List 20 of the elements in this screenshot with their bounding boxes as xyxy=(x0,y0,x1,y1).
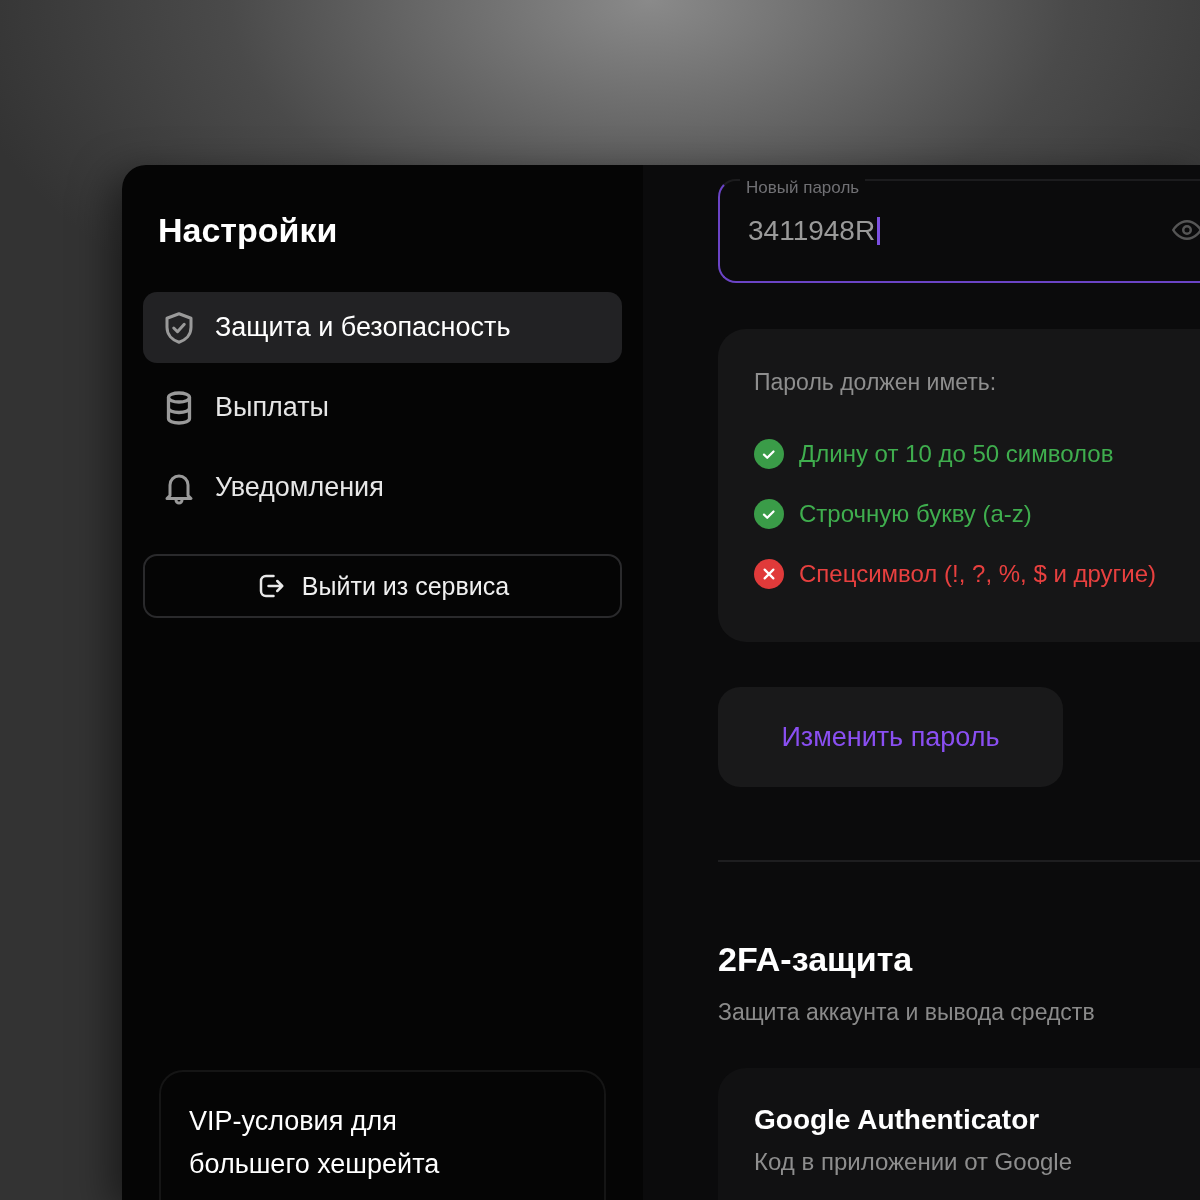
auth-method-card[interactable]: Google Authenticator Код в приложении от Google xyxy=(718,1068,1200,1200)
requirement-text: Строчную букву (a-z) xyxy=(799,500,1032,528)
sidebar-item[interactable]: Защита и безопасность xyxy=(143,292,622,363)
sidebar-item[interactable]: Выплаты xyxy=(143,372,622,443)
field-label: Новый пароль xyxy=(740,179,866,197)
requirements-title: Пароль должен иметь: xyxy=(754,369,998,396)
settings-title: Настройки xyxy=(158,211,339,250)
promo-text: VIP-условия для большего хешрейта xyxy=(189,1105,441,1181)
method-title: Google Authenticator xyxy=(754,1104,1041,1136)
field-value: 3411948R xyxy=(748,215,876,247)
section-subtitle: Защита аккаунта и вывода средств xyxy=(718,999,1096,1026)
logout-button[interactable]: Выйти из сервиса xyxy=(143,554,622,618)
text-caret xyxy=(877,217,881,245)
password-field[interactable]: Новый пароль 3411948R xyxy=(718,179,1200,283)
sidebar-item[interactable]: Уведомления xyxy=(143,452,622,523)
change-password-button[interactable]: Изменить пароль xyxy=(718,687,1063,787)
requirement-text: Длину от 10 до 50 символов xyxy=(799,440,1114,468)
requirement-text: Спецсимвол (!, ?, %, $ и другие) xyxy=(799,560,1157,588)
section-title: 2FA-защита xyxy=(718,940,914,979)
method-subtitle: Код в приложении от Google xyxy=(754,1148,1073,1176)
